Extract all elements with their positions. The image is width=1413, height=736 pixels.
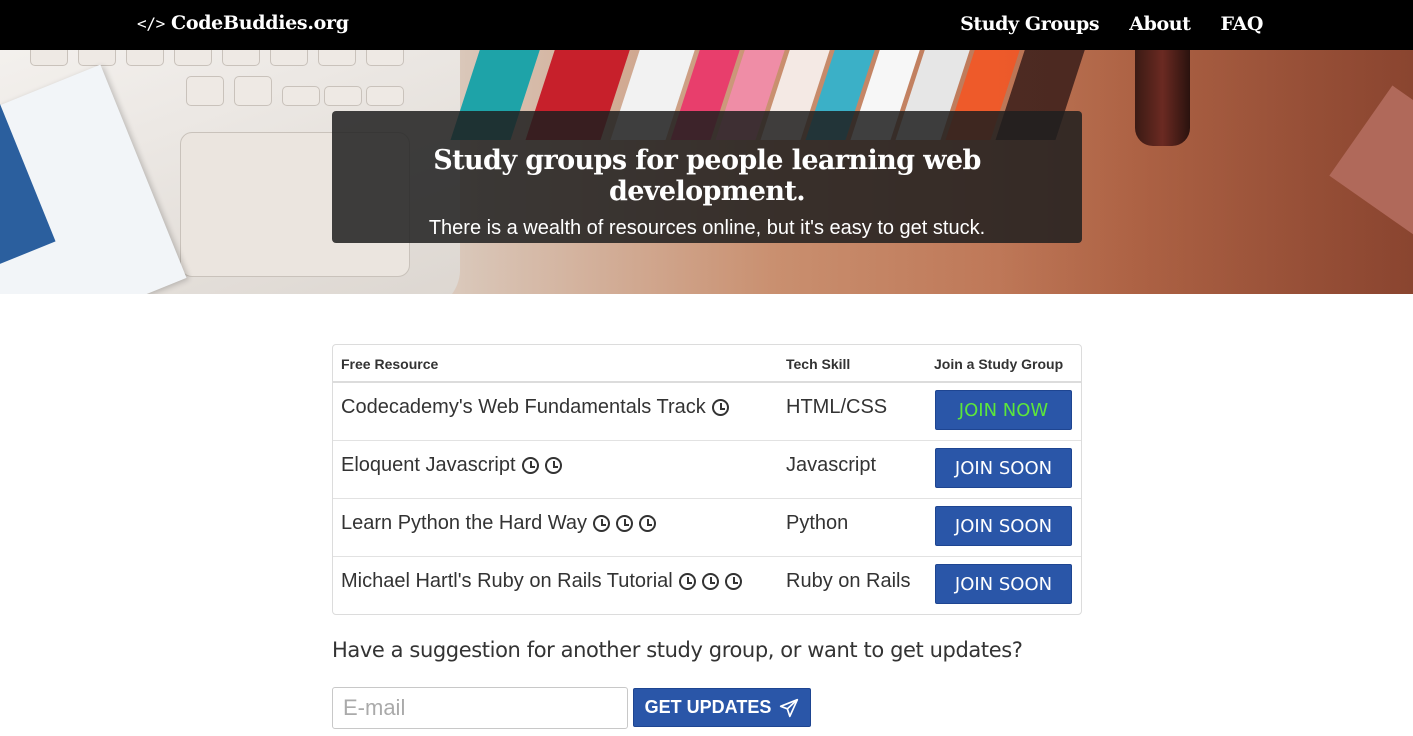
nav-links: Study Groups About FAQ (960, 13, 1263, 35)
get-updates-label: GET UPDATES (644, 697, 772, 717)
hero-title: Study groups for people learning web dev… (433, 145, 981, 207)
hero-banner: Study groups for people learning web dev… (0, 50, 1413, 294)
tech-skill: Python (786, 512, 849, 534)
difficulty-clocks (593, 515, 657, 532)
join-soon-button[interactable]: JOIN SOON (935, 506, 1072, 546)
clock-icon (711, 399, 729, 416)
get-updates-button[interactable]: GET UPDATES (633, 688, 811, 727)
header-free-resource: Free Resource (341, 356, 439, 372)
resource-name: Eloquent Javascript (341, 454, 516, 476)
code-brackets-icon: </> (137, 13, 165, 33)
clock-icon (701, 573, 719, 590)
study-groups-table: Free Resource Tech Skill Join a Study Gr… (332, 344, 1082, 615)
tech-skill: HTML/CSS (786, 396, 888, 418)
table-row: Michael Hartl's Ruby on Rails Tutorial R… (333, 557, 1081, 615)
paper-plane-icon (780, 698, 799, 717)
clock-icon (544, 457, 562, 474)
clock-icon (616, 515, 634, 532)
header-join-study-group: Join a Study Group (934, 356, 1064, 372)
join-soon-button[interactable]: JOIN SOON (935, 448, 1072, 488)
email-input[interactable] (332, 687, 628, 729)
table-row: Codecademy's Web Fundamentals Track HTML… (333, 383, 1081, 441)
header-tech-skill: Tech Skill (786, 356, 851, 372)
suggestion-prompt: Have a suggestion for another study grou… (332, 638, 1023, 662)
join-soon-button[interactable]: JOIN SOON (935, 564, 1072, 604)
hero-caption-box: Study groups for people learning web dev… (332, 111, 1082, 243)
difficulty-clocks (678, 573, 742, 590)
clock-icon (593, 515, 611, 532)
join-now-button[interactable]: JOIN NOW (935, 390, 1072, 430)
resource-cell: Learn Python the Hard Way (341, 512, 657, 535)
tech-skill: Javascript (786, 454, 877, 476)
table-row: Learn Python the Hard Way Python JOIN SO… (333, 499, 1081, 557)
resource-cell: Codecademy's Web Fundamentals Track (341, 396, 729, 419)
nav-link-faq[interactable]: FAQ (1221, 13, 1264, 35)
difficulty-clocks (521, 457, 562, 474)
clock-icon (639, 515, 657, 532)
hero-subtitle: There is a wealth of resources online, b… (428, 217, 986, 239)
brand-name: CodeBuddies.org (171, 12, 349, 34)
tech-skill: Ruby on Rails (786, 570, 911, 592)
clock-icon (678, 573, 696, 590)
resource-name: Michael Hartl's Ruby on Rails Tutorial (341, 570, 673, 592)
clock-icon (521, 457, 539, 474)
resource-cell: Eloquent Javascript (341, 454, 562, 477)
resource-cell: Michael Hartl's Ruby on Rails Tutorial (341, 570, 742, 593)
resource-name: Learn Python the Hard Way (341, 512, 588, 534)
nav-link-about[interactable]: About (1129, 13, 1191, 35)
nav-link-study-groups[interactable]: Study Groups (960, 13, 1100, 35)
table-header: Free Resource Tech Skill Join a Study Gr… (333, 345, 1081, 383)
table-row: Eloquent Javascript Javascript JOIN SOON (333, 441, 1081, 499)
clock-icon (724, 573, 742, 590)
difficulty-clocks (711, 399, 729, 416)
brand-link[interactable]: </> CodeBuddies.org (137, 12, 349, 34)
resource-name: Codecademy's Web Fundamentals Track (341, 396, 706, 418)
navbar: </> CodeBuddies.org Study Groups About F… (0, 0, 1413, 50)
